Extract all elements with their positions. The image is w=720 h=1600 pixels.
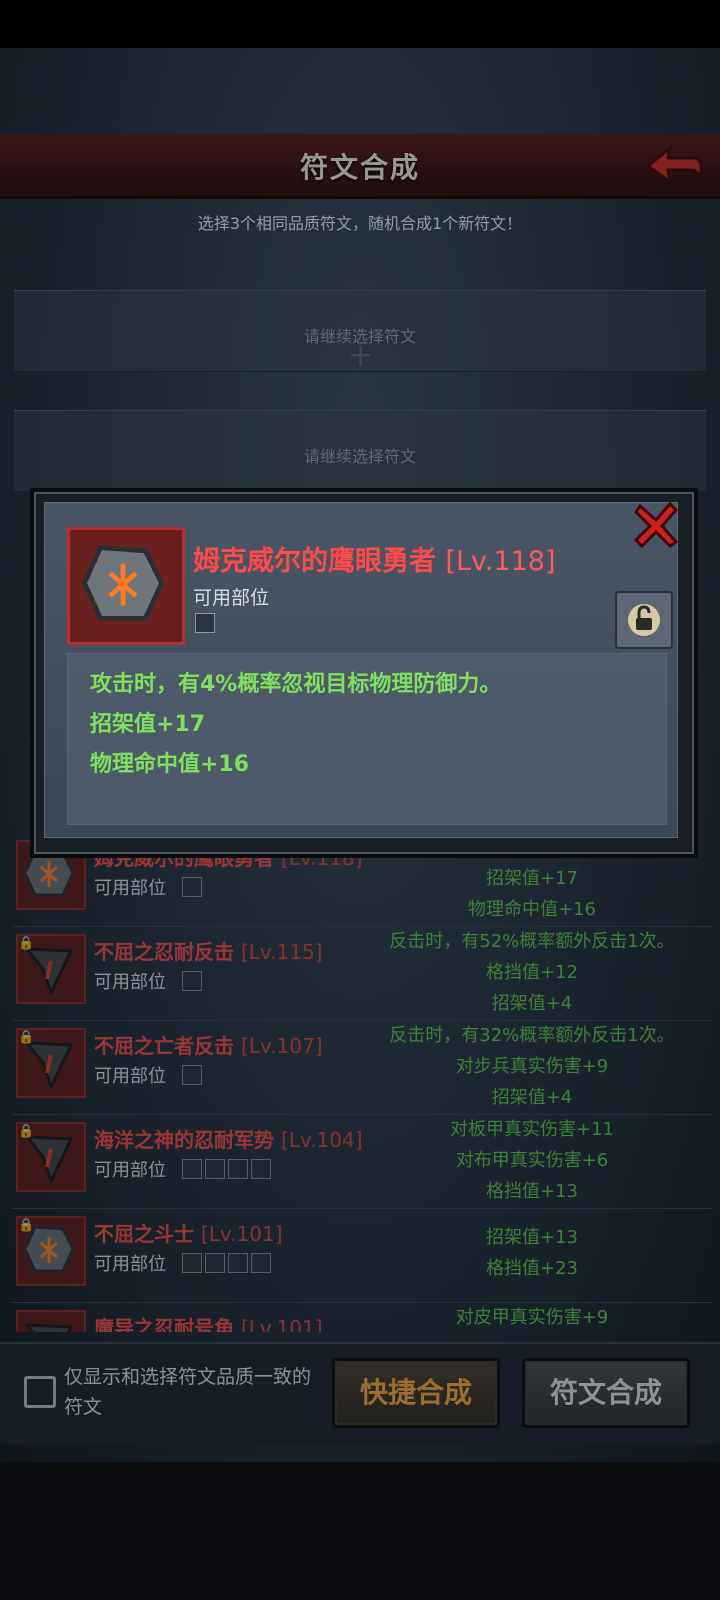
parts-label: 可用部位	[193, 587, 270, 609]
rune-name: 姆克威尔的鹰眼勇者 [Lv.118]	[193, 546, 556, 577]
unlock-icon[interactable]	[615, 591, 673, 649]
rune-detail-popup: 姆克威尔的鹰眼勇者 [Lv.118] 可用部位 攻击时，有4%概率忽视目标物理防…	[30, 488, 698, 858]
rune-description: 攻击时，有4%概率忽视目标物理防御力。 招架值+17 物理命中值+16	[67, 653, 667, 825]
rune-stone-icon	[67, 527, 185, 645]
popup-panel: 姆克威尔的鹰眼勇者 [Lv.118] 可用部位 攻击时，有4%概率忽视目标物理防…	[44, 502, 678, 838]
close-icon[interactable]	[630, 498, 682, 550]
bottom-bar	[0, 1462, 720, 1600]
slot-part-icon	[195, 613, 215, 633]
